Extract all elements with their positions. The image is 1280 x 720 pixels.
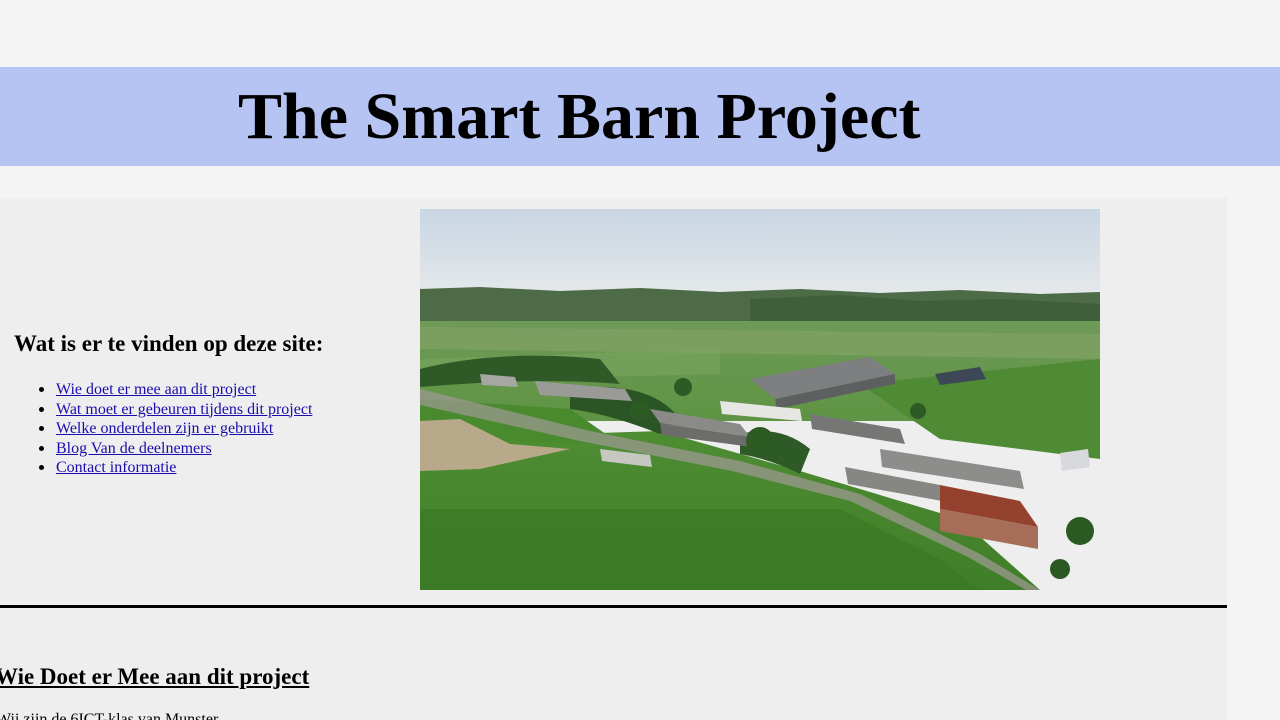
intro-heading: Wat is er te vinden op deze site: [14,331,324,356]
link-contact-informatie[interactable]: Contact informatie [56,459,176,476]
page-title: The Smart Barn Project [238,80,921,153]
link-blog-deelnemers[interactable]: Blog Van de deelnemers [56,440,212,457]
link-wat-moet-er-gebeuren[interactable]: Wat moet er gebeuren tijdens dit project [56,401,312,418]
participants-heading: Wie Doet er Mee aan dit project [0,664,310,689]
list-item: Contact informatie [14,458,312,478]
webpage: The Smart Barn Project Wat is er te vind… [0,0,1280,720]
farm-aerial-photo [420,209,1100,590]
list-item: Welke onderdelen zijn er gebruikt [14,419,312,439]
list-item: Wie doet er mee aan dit project [14,380,312,400]
site-navigation-list: Wie doet er mee aan dit project Wat moet… [14,380,312,478]
link-welke-onderdelen[interactable]: Welke onderdelen zijn er gebruikt [56,420,273,437]
list-item: Wat moet er gebeuren tijdens dit project [14,400,312,420]
participants-intro-text: Wij zijn de 6ICT-klas van Munster [0,711,219,720]
link-wie-doet-er-mee[interactable]: Wie doet er mee aan dit project [56,381,256,398]
list-item: Blog Van de deelnemers [14,439,312,459]
